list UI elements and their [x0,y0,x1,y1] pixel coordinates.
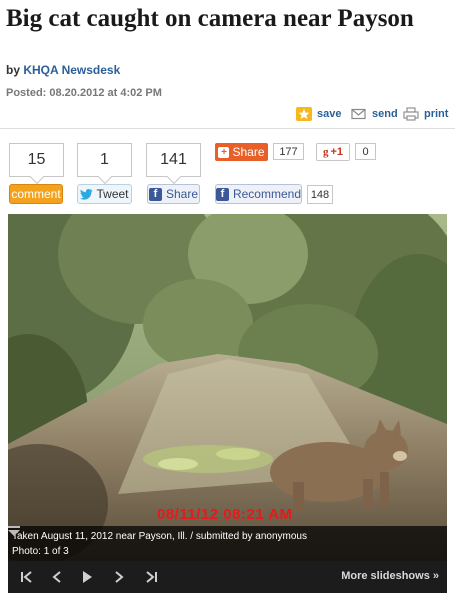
article-headline: Big cat caught on camera near Payson [6,5,414,32]
print-button[interactable]: print [403,106,448,122]
chevron-left-icon [52,571,61,583]
send-label: send [372,108,398,120]
first-slide-button[interactable] [12,565,42,589]
share-label: Share [232,145,265,159]
fb-share-count: 141 [146,143,201,177]
google-plus-icon: g [322,146,329,158]
more-slideshows-link[interactable]: More slideshows » [341,570,439,582]
tweet-count: 1 [77,143,132,177]
play-icon [83,571,92,583]
share-count: 177 [273,143,304,160]
print-label: print [424,108,449,120]
caption-bar: Taken August 11, 2012 near Payson, Ill. … [8,526,447,561]
google-plus-button[interactable]: g +1 [316,143,350,161]
tweet-button[interactable]: Tweet [77,184,132,204]
printer-icon [403,107,419,121]
photo-caption: Taken August 11, 2012 near Payson, Ill. … [12,531,307,542]
byline: by KHQA Newsdesk [6,63,120,77]
comment-count: 15 [9,143,64,177]
author-link[interactable]: KHQA Newsdesk [23,63,120,77]
save-button[interactable]: save [296,106,341,122]
last-slide-button[interactable] [136,565,166,589]
envelope-icon [351,108,366,120]
photo-timestamp: 08/11/12 08:21 AM [157,506,293,523]
slideshow-controls: More slideshows » [8,561,447,593]
facebook-recommend-button[interactable]: f Recommend [215,184,302,204]
comment-button[interactable]: comment [9,184,63,204]
recommend-label: Recommend [232,187,301,201]
byline-prefix: by [6,63,24,77]
skip-first-icon [21,571,32,583]
facebook-icon: f [216,187,229,201]
facebook-icon: f [148,187,162,201]
send-button[interactable]: send [351,106,398,122]
photo-counter: Photo: 1 of 3 [12,546,69,557]
google-plus-label: +1 [330,146,344,158]
save-label: save [317,108,342,120]
plus-icon: + [218,146,230,158]
google-plus-count: 0 [355,143,376,160]
divider [0,128,455,129]
tweet-label: Tweet [96,187,129,201]
chevron-right-icon [115,571,124,583]
star-icon [296,107,312,121]
caption-toggle-icon[interactable] [8,526,20,536]
play-button[interactable] [72,565,102,589]
facebook-share-label: Share [165,187,199,201]
skip-last-icon [146,571,157,583]
slideshow-photo[interactable]: 08/11/12 08:21 AM Taken August 11, 2012 … [8,214,447,561]
recommend-count: 148 [307,185,333,204]
share-button[interactable]: + Share [215,143,268,161]
next-slide-button[interactable] [104,565,134,589]
previous-slide-button[interactable] [42,565,72,589]
facebook-share-button[interactable]: f Share [147,184,200,204]
posted-date: Posted: 08.20.2012 at 4:02 PM [6,87,162,99]
twitter-bird-icon [80,188,93,200]
